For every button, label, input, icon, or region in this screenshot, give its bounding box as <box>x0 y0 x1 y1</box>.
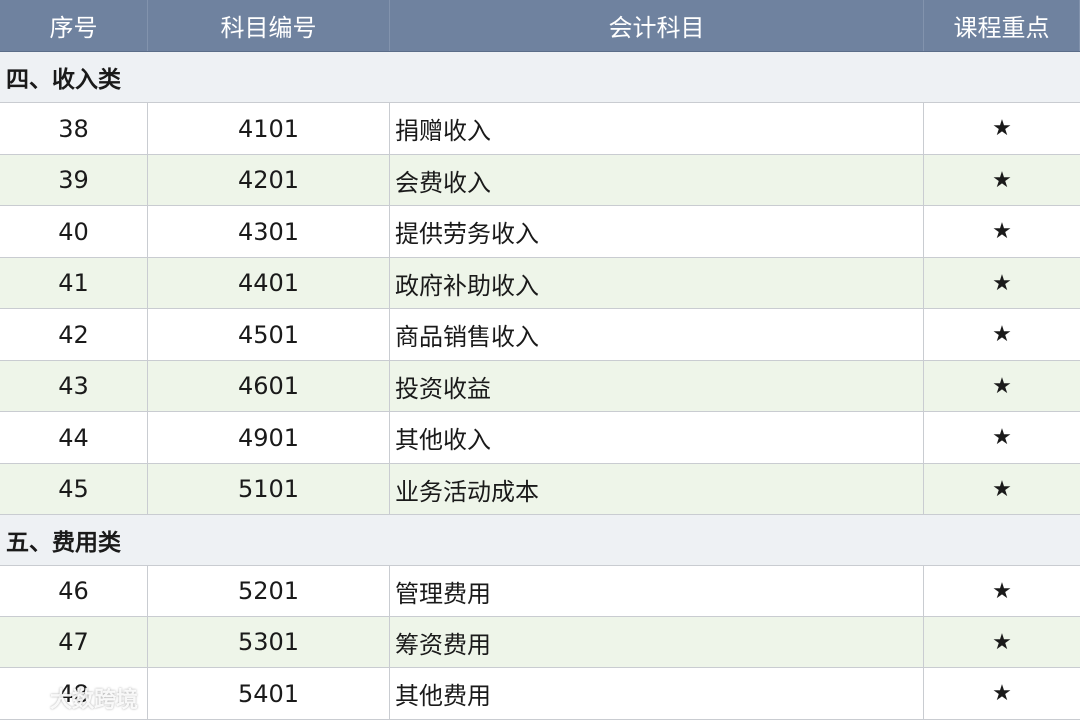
subject-code-cell: 4301 <box>148 206 390 257</box>
subject-code-cell: 5201 <box>148 566 390 616</box>
serial-number-cell: 44 <box>0 412 148 463</box>
key-point-star-cell: ★ <box>992 425 1012 450</box>
serial-number-cell: 46 <box>0 566 148 616</box>
section-header-row: 四、收入类 <box>0 52 1080 103</box>
table-row: 42 4501 商品销售收入 ★ <box>0 309 1080 361</box>
key-point-star-cell: ★ <box>992 219 1012 244</box>
subject-code-cell: 5301 <box>148 617 390 667</box>
subject-code-cell: 5401 <box>148 668 390 719</box>
key-point-star-cell: ★ <box>992 476 1012 502</box>
table-row: 47 5301 筹资费用 ★ <box>0 617 1080 668</box>
header-course-key-point: 课程重点 <box>924 0 1080 51</box>
key-point-star-cell: ★ <box>992 322 1012 347</box>
table-row: 46 5201 管理费用 ★ <box>0 566 1080 617</box>
table-row: 41 4401 政府补助收入 ★ <box>0 258 1080 309</box>
subject-code-cell: 5101 <box>148 464 390 514</box>
subject-code-cell: 4501 <box>148 309 390 360</box>
subject-name-cell: 政府补助收入 <box>390 258 924 308</box>
subject-name-cell: 其他费用 <box>390 668 924 719</box>
subject-code-cell: 4101 <box>148 103 390 154</box>
header-serial-number: 序号 <box>0 0 148 51</box>
table-row: 38 4101 捐赠收入 ★ <box>0 103 1080 155</box>
serial-number-cell: 40 <box>0 206 148 257</box>
subject-name-cell: 会费收入 <box>390 155 924 205</box>
key-point-star-cell: ★ <box>992 373 1012 399</box>
subject-name-cell: 商品销售收入 <box>390 309 924 360</box>
serial-number-cell: 47 <box>0 617 148 667</box>
subject-code-cell: 4901 <box>148 412 390 463</box>
header-subject-code: 科目编号 <box>148 0 390 51</box>
serial-number-cell: 39 <box>0 155 148 205</box>
key-point-star-cell: ★ <box>992 270 1012 296</box>
key-point-star-cell: ★ <box>992 167 1012 193</box>
serial-number-cell: 41 <box>0 258 148 308</box>
subject-code-cell: 4401 <box>148 258 390 308</box>
subject-name-cell: 筹资费用 <box>390 617 924 667</box>
subject-code-cell: 4601 <box>148 361 390 411</box>
table-row: 45 5101 业务活动成本 ★ <box>0 464 1080 515</box>
accounting-subjects-table: 序号 科目编号 会计科目 课程重点 四、收入类 38 4101 捐赠收入 ★ 39 4201… <box>0 0 1080 720</box>
serial-number-cell: 42 <box>0 309 148 360</box>
serial-number-cell: 48 <box>0 668 148 719</box>
header-subject-name: 会计科目 <box>390 0 924 51</box>
key-point-star-cell: ★ <box>992 681 1012 706</box>
subject-name-cell: 提供劳务收入 <box>390 206 924 257</box>
key-point-star-cell: ★ <box>992 629 1012 655</box>
table-row: 40 4301 提供劳务收入 ★ <box>0 206 1080 258</box>
section-title: 四、收入类 <box>6 67 121 93</box>
serial-number-cell: 45 <box>0 464 148 514</box>
table-header-row: 序号 科目编号 会计科目 课程重点 <box>0 0 1080 52</box>
subject-name-cell: 管理费用 <box>390 566 924 616</box>
subject-name-cell: 捐赠收入 <box>390 103 924 154</box>
table-row: 43 4601 投资收益 ★ <box>0 361 1080 412</box>
subject-name-cell: 业务活动成本 <box>390 464 924 514</box>
section-title: 五、费用类 <box>6 530 121 556</box>
table-row: 44 4901 其他收入 ★ <box>0 412 1080 464</box>
key-point-star-cell: ★ <box>992 116 1012 141</box>
subject-code-cell: 4201 <box>148 155 390 205</box>
key-point-star-cell: ★ <box>992 578 1012 604</box>
subject-name-cell: 投资收益 <box>390 361 924 411</box>
table-row: 48 5401 其他费用 ★ <box>0 668 1080 720</box>
serial-number-cell: 43 <box>0 361 148 411</box>
section-header-row: 五、费用类 <box>0 515 1080 566</box>
subject-name-cell: 其他收入 <box>390 412 924 463</box>
table-row: 39 4201 会费收入 ★ <box>0 155 1080 206</box>
serial-number-cell: 38 <box>0 103 148 154</box>
